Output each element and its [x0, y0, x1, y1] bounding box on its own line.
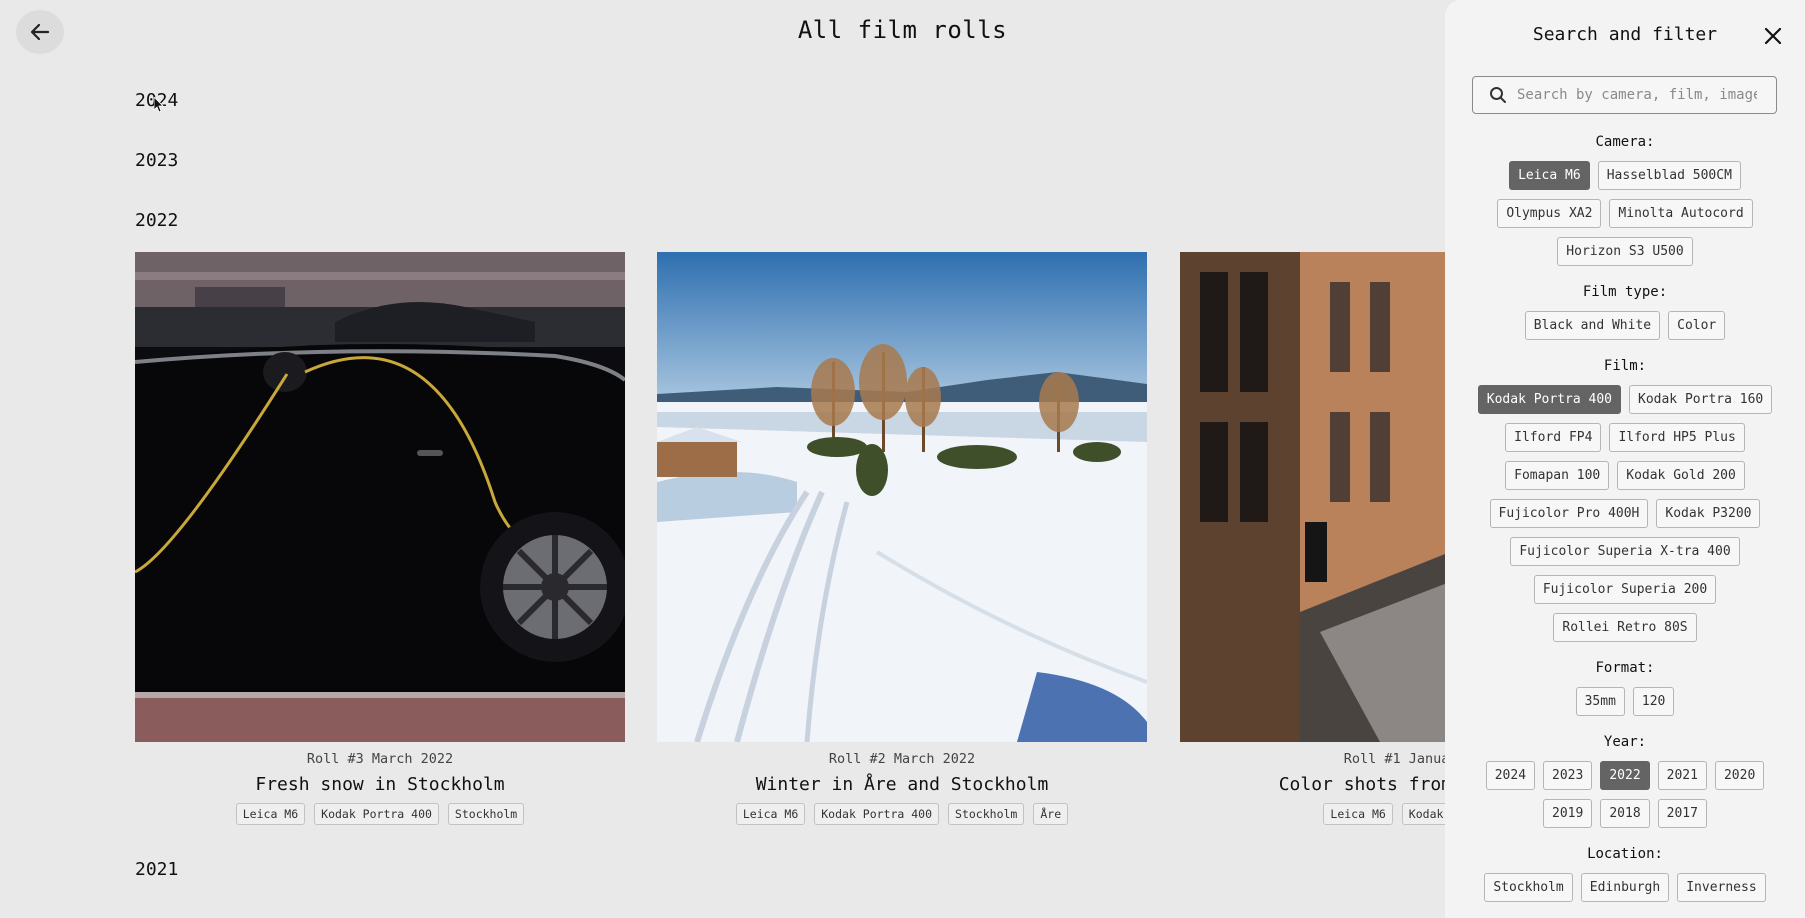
- roll-title[interactable]: Winter in Åre and Stockholm: [657, 774, 1147, 795]
- roll-card[interactable]: Roll #2 March 2022 Winter in Åre and Sto…: [657, 252, 1147, 825]
- filter-film-superia-200[interactable]: Fujicolor Superia 200: [1533, 575, 1717, 604]
- tag-location[interactable]: Stockholm: [447, 803, 525, 825]
- tag-camera[interactable]: Leica M6: [1323, 803, 1393, 825]
- filter-film-portra-400[interactable]: Kodak Portra 400: [1477, 385, 1621, 414]
- roll-tags: Leica M6 Kodak Portra 400: [1180, 803, 1445, 825]
- roll-photo[interactable]: [1180, 252, 1445, 742]
- filter-year-2022[interactable]: 2022: [1600, 761, 1650, 790]
- roll-title[interactable]: Fresh snow in Stockholm: [135, 774, 625, 795]
- filter-year-2023[interactable]: 2023: [1543, 761, 1593, 790]
- filter-year-2019[interactable]: 2019: [1543, 799, 1593, 828]
- filter-format-35mm[interactable]: 35mm: [1575, 687, 1625, 716]
- year-heading-2021[interactable]: 2021: [135, 859, 178, 880]
- filter-camera-leica-m6[interactable]: Leica M6: [1509, 161, 1590, 190]
- roll-meta: Roll #2 March 2022: [828, 751, 976, 767]
- filter-year-2018[interactable]: 2018: [1600, 799, 1650, 828]
- filter-camera-horizon-s3[interactable]: Horizon S3 U500: [1557, 237, 1693, 266]
- tag-location[interactable]: Stockholm: [948, 803, 1025, 825]
- search-icon: [1490, 87, 1506, 103]
- search-filter-panel: Search and filter Camera: Leica M6 Hasse…: [1445, 0, 1805, 918]
- filter-film-kodak-gold-200[interactable]: Kodak Gold 200: [1617, 461, 1745, 490]
- roll-photo[interactable]: [657, 252, 1147, 742]
- roll-title[interactable]: Color shots from Landsvägen: [1180, 774, 1445, 795]
- year-label: Year:: [1603, 734, 1647, 750]
- filter-camera-minolta-autocord[interactable]: Minolta Autocord: [1609, 199, 1753, 228]
- filter-film-ilford-fp4[interactable]: Ilford FP4: [1505, 423, 1602, 452]
- tag-location[interactable]: Åre: [1033, 803, 1069, 825]
- search-input[interactable]: [1517, 87, 1757, 103]
- film-rolls-main: 2024 2023 2022 2021: [0, 0, 1445, 918]
- filter-film-type-bw[interactable]: Black and White: [1524, 311, 1661, 340]
- filter-location-inverness[interactable]: Inverness: [1677, 873, 1766, 902]
- filter-camera-olympus-xa2[interactable]: Olympus XA2: [1497, 199, 1602, 228]
- mouse-cursor-icon: [154, 97, 164, 113]
- roll-card[interactable]: Roll #1 January 2022 Color shots from La…: [1180, 252, 1445, 825]
- filter-year-2020[interactable]: 2020: [1714, 761, 1765, 790]
- filter-format-120[interactable]: 120: [1632, 687, 1675, 716]
- roll-meta: Roll #3 March 2022: [306, 751, 454, 767]
- filter-location-stockholm[interactable]: Stockholm: [1484, 873, 1573, 902]
- filter-film-fujicolor-pro-400h[interactable]: Fujicolor Pro 400H: [1489, 499, 1649, 528]
- close-icon[interactable]: [1761, 24, 1785, 48]
- roll-card[interactable]: Roll #3 March 2022 Fresh snow in Stockho…: [135, 252, 625, 825]
- roll-tags: Leica M6 Kodak Portra 400 Stockholm: [135, 803, 625, 825]
- filter-location-edinburgh[interactable]: Edinburgh: [1580, 873, 1670, 902]
- roll-meta: Roll #1 January 2022: [1343, 751, 1445, 767]
- tag-film[interactable]: Kodak Portra 400: [314, 803, 439, 825]
- filter-film-superia-xtra-400[interactable]: Fujicolor Superia X-tra 400: [1510, 537, 1740, 566]
- camera-label: Camera:: [1595, 134, 1655, 150]
- roll-photo[interactable]: [135, 252, 625, 742]
- tag-camera[interactable]: Leica M6: [735, 803, 806, 825]
- filter-film-fomapan-100[interactable]: Fomapan 100: [1505, 461, 1610, 490]
- filter-year-2021[interactable]: 2021: [1657, 761, 1707, 790]
- tag-camera[interactable]: Leica M6: [235, 803, 306, 825]
- filter-camera-hasselblad-500cm[interactable]: Hasselblad 500CM: [1597, 161, 1741, 190]
- tag-film[interactable]: Kodak Portra 400: [814, 803, 940, 825]
- film-type-label: Film type:: [1582, 284, 1668, 300]
- panel-title: Search and filter: [1532, 24, 1718, 45]
- filter-film-kodak-p3200[interactable]: Kodak P3200: [1656, 499, 1761, 528]
- location-label: Location:: [1587, 846, 1663, 862]
- tag-film[interactable]: Kodak Portra 400: [1401, 803, 1445, 825]
- filter-year-2017[interactable]: 2017: [1657, 799, 1707, 828]
- filter-film-type-color[interactable]: Color: [1668, 311, 1726, 340]
- filter-film-rollei-retro-80s[interactable]: Rollei Retro 80S: [1553, 613, 1697, 642]
- search-box[interactable]: [1472, 76, 1777, 114]
- filter-year-2024[interactable]: 2024: [1485, 761, 1536, 790]
- roll-tags: Leica M6 Kodak Portra 400 Stockholm Åre: [657, 803, 1147, 825]
- film-label: Film:: [1603, 358, 1647, 374]
- year-heading-2022[interactable]: 2022: [135, 210, 178, 231]
- format-label: Format:: [1595, 660, 1655, 676]
- filter-film-portra-160[interactable]: Kodak Portra 160: [1629, 385, 1773, 414]
- filter-film-ilford-hp5[interactable]: Ilford HP5 Plus: [1609, 423, 1745, 452]
- year-heading-2023[interactable]: 2023: [135, 150, 178, 171]
